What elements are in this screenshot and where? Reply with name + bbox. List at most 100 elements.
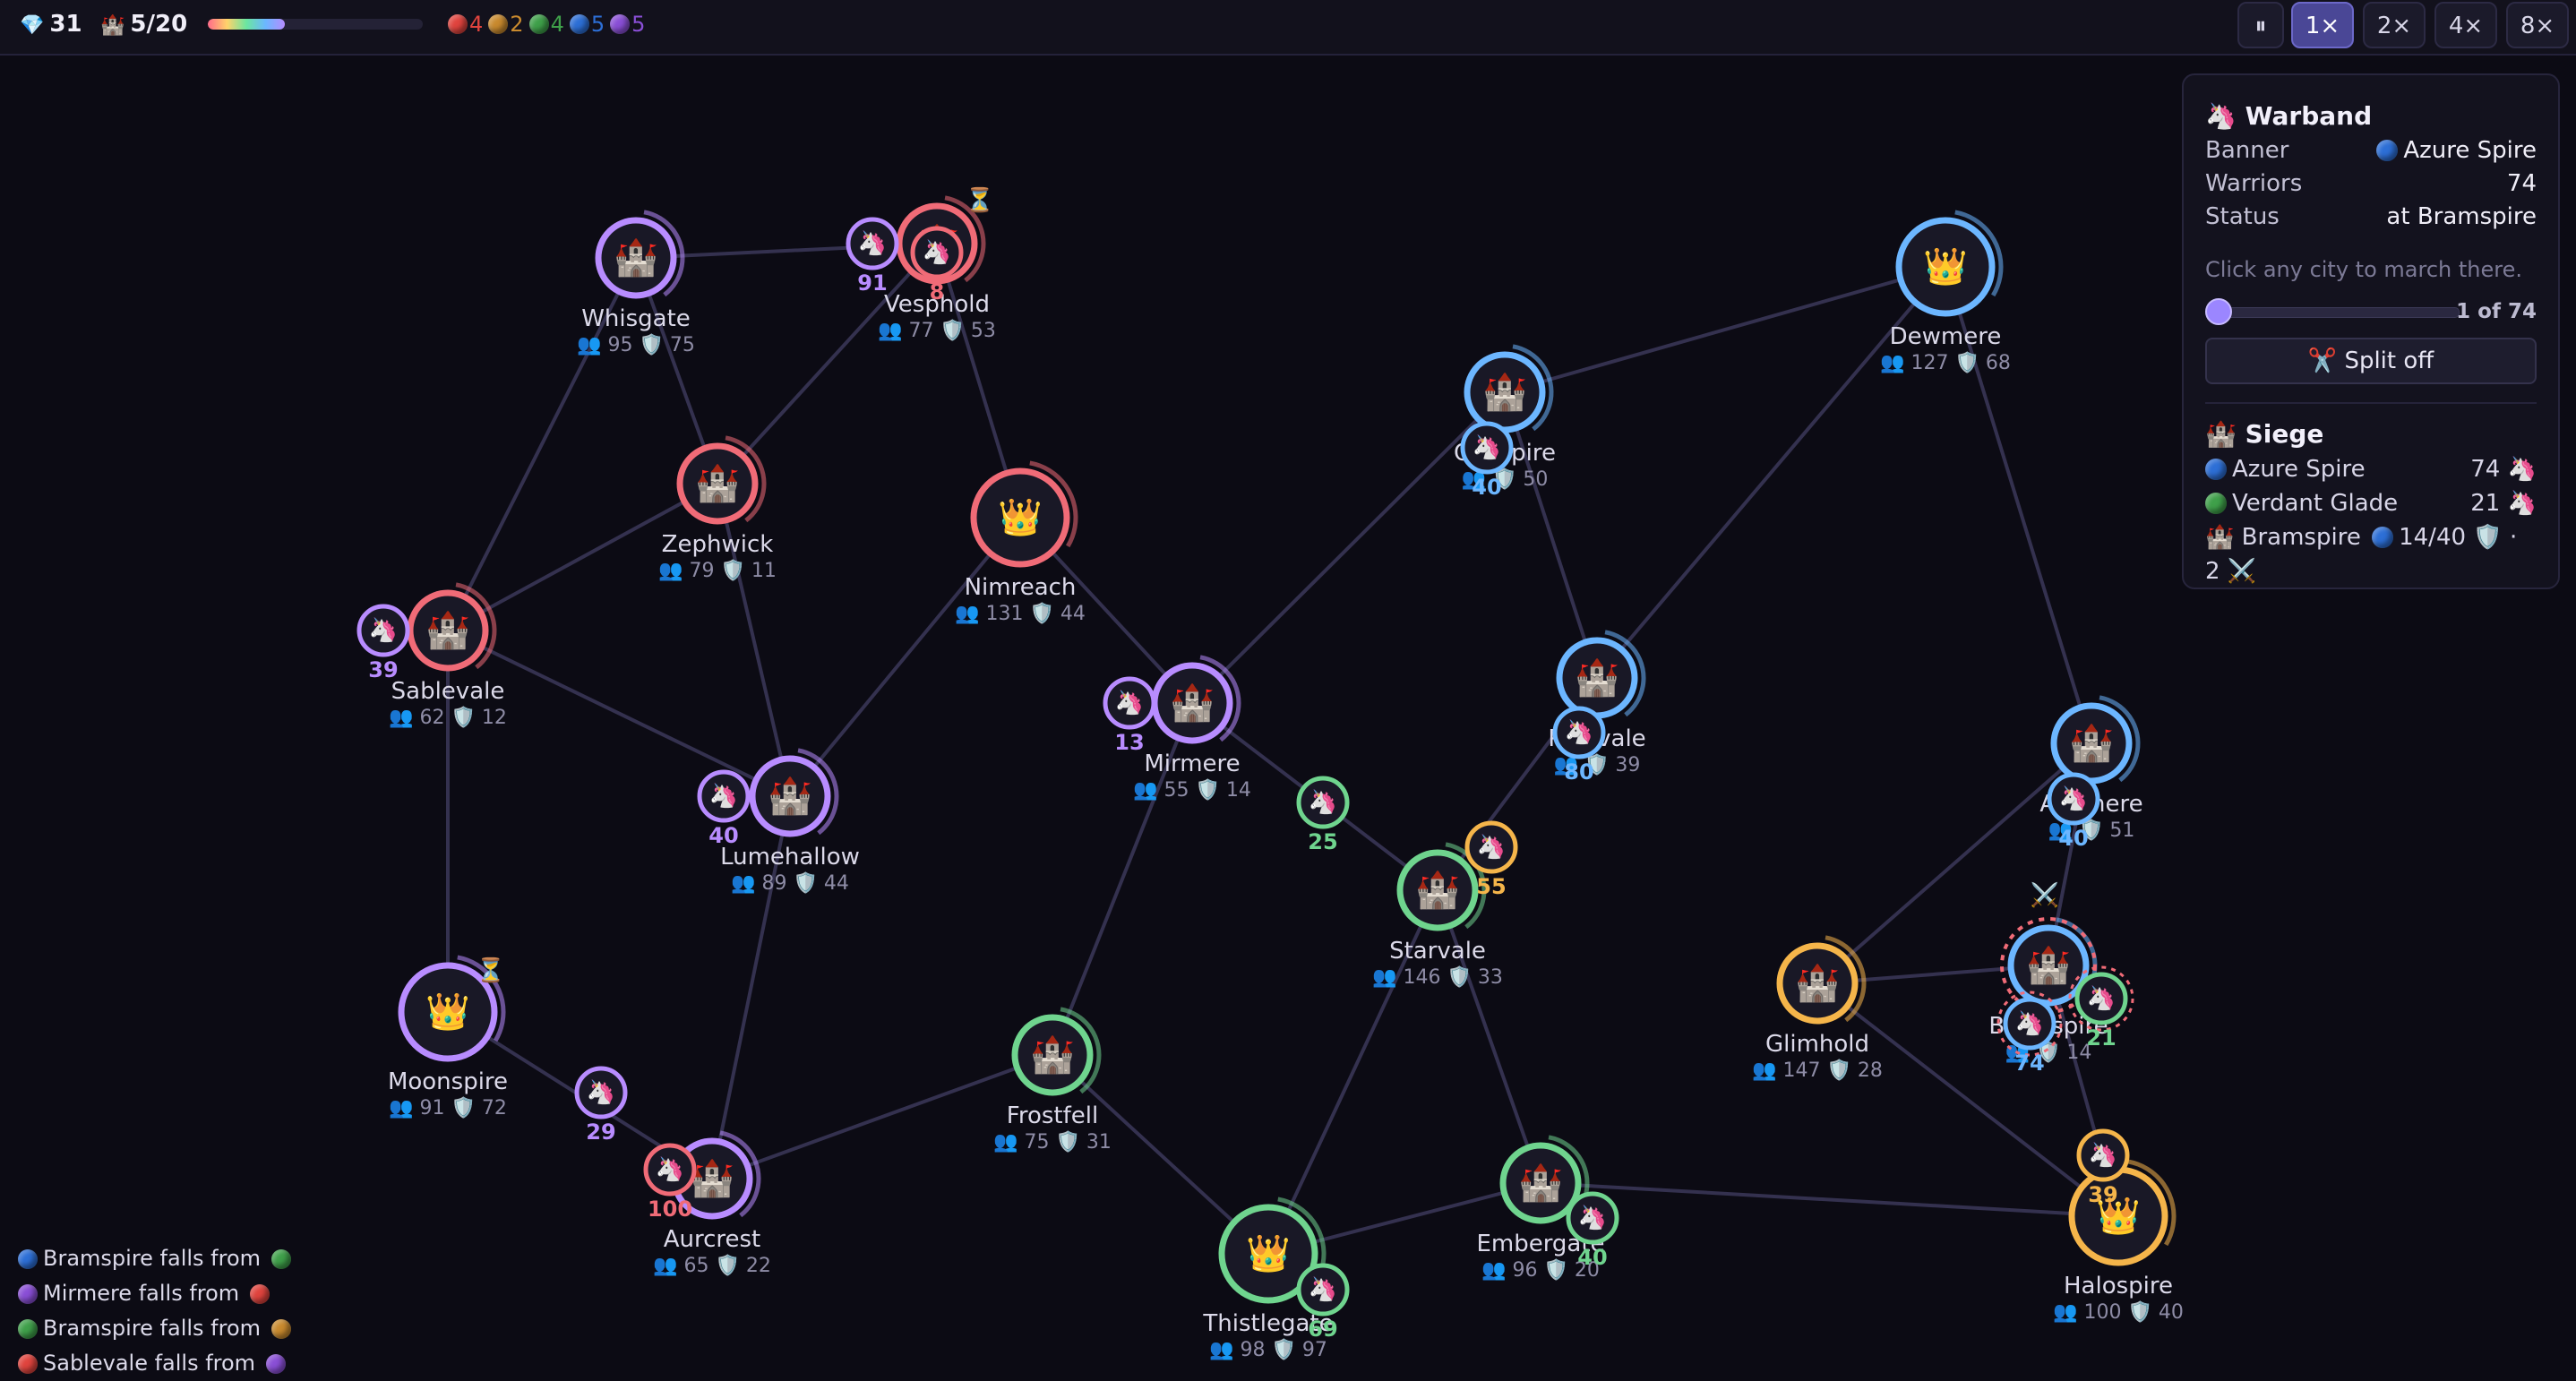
split-slider[interactable]: 1 of 74 xyxy=(2204,296,2537,327)
unicorn-icon: 🦄 xyxy=(2087,984,2116,1012)
castle-icon: 🏰 xyxy=(614,237,658,279)
faction-count-2: 4 xyxy=(528,0,564,48)
city-stats: 👥 55 🛡️ 14 xyxy=(1133,778,1251,802)
event-log: Bramspire falls from Mirmere falls from … xyxy=(18,1241,376,1381)
warband-count: 100 xyxy=(648,1197,692,1222)
city-halospire[interactable]: 👑Halospire👥 100 🛡️ 40 xyxy=(2053,1152,2184,1324)
faction-ball-icon xyxy=(18,1354,38,1374)
faction-count-3: 5 xyxy=(569,0,605,48)
city-stats: 👥 77 🛡️ 53 xyxy=(878,319,996,342)
city-stats: 👥 146 🛡️ 33 xyxy=(1372,965,1503,989)
warband-u-vesphold-purple[interactable]: 🦄 91 xyxy=(846,217,899,296)
city-mirmere[interactable]: 🏰 Mirmere👥 55 🛡️ 14 xyxy=(1133,649,1251,802)
castle-icon: 🏰 xyxy=(425,610,470,651)
faction-ball-icon xyxy=(528,14,549,34)
city-name: Nimreach xyxy=(965,574,1077,601)
unicorn-icon: 🦄 xyxy=(1115,689,1144,716)
speed-8x-button[interactable]: 8× xyxy=(2506,2,2569,48)
castle-icon: 🏰 xyxy=(2026,945,2071,986)
faction-ball-icon xyxy=(18,1249,38,1269)
log-entry: Bramspire falls from xyxy=(18,1241,376,1276)
log-entry: Sablevale falls from xyxy=(18,1346,376,1381)
warband-count: 25 xyxy=(1308,829,1337,854)
speed-1x-button[interactable]: 1× xyxy=(2291,2,2354,48)
slider-track[interactable] xyxy=(2205,307,2460,318)
warband-u-aurcrest[interactable]: 🦄 100 xyxy=(643,1143,697,1222)
city-name: Glimhold xyxy=(1765,1031,1869,1058)
city-whisgate[interactable]: 🏰 Whisgate👥 95 🛡️ 75 xyxy=(577,204,695,356)
faction-ball-icon xyxy=(2205,459,2227,480)
unicorn-icon: 🦄 xyxy=(1309,1275,1337,1303)
unicorn-icon: 🦄 xyxy=(587,1078,615,1106)
castle-icon: 🏰 xyxy=(100,14,125,37)
banner-color-icon xyxy=(2376,140,2399,161)
castle-icon: 🏰 xyxy=(1170,682,1215,724)
siege-row-azure: Azure Spire 74 🦄 xyxy=(2205,452,2537,486)
march-hint: Click any city to march there. xyxy=(2205,257,2522,282)
faction-ball-icon xyxy=(569,14,589,34)
warband-u-lumehallow[interactable]: 🦄 40 xyxy=(697,769,751,848)
city-stats: 👥 89 🛡️ 44 xyxy=(731,871,849,895)
shield-icon: 🛡️ xyxy=(2473,524,2503,551)
city-cobspire[interactable]: 🏰Cobspire👥 🛡️ 50 xyxy=(1451,339,1558,491)
slider-handle[interactable] xyxy=(2204,298,2232,325)
siege-city-row: 🏰 Bramspire 14/40 🛡️ · 2 ⚔️ xyxy=(2205,524,2518,585)
city-name: Halospire xyxy=(2064,1273,2173,1300)
gem-icon: 💎 xyxy=(20,14,45,37)
log-entry: Bramspire falls from xyxy=(18,1311,376,1346)
warband-count: 69 xyxy=(1308,1317,1337,1342)
crown-icon: 👑 xyxy=(998,497,1043,538)
city-frostfell[interactable]: 🏰 Frostfell👥 75 🛡️ 31 xyxy=(993,1001,1112,1154)
city-ashmere[interactable]: 🏰Ashmere👥 🛡️ 51 xyxy=(2038,690,2145,842)
faction-ball-icon xyxy=(2372,527,2394,548)
warband-count: 13 xyxy=(1114,730,1144,755)
castle-icon: 🏰 xyxy=(695,463,740,504)
faction-ball-icon xyxy=(18,1284,38,1304)
warband-count: 29 xyxy=(586,1119,615,1145)
pause-button[interactable]: ⏸ xyxy=(2237,2,2284,48)
castle-icon: 🏰 xyxy=(1030,1034,1075,1076)
city-dewmere[interactable]: 👑 Dewmere👥 127 🛡️ 68 xyxy=(1880,202,2011,374)
warband-u-moonspire-road[interactable]: 🦄 29 xyxy=(574,1066,628,1145)
city-count: 5/20 xyxy=(130,11,188,38)
unicorn-icon: 🦄 xyxy=(1477,833,1506,861)
faction-ball-icon xyxy=(249,1284,270,1304)
castle-icon: 🏰 xyxy=(2069,723,2114,764)
faction-ball-icon xyxy=(270,1249,291,1269)
city-glimhold[interactable]: 🏰 Glimhold👥 147 🛡️ 28 xyxy=(1752,930,1883,1082)
warband-u-sablevale[interactable]: 🦄 39 xyxy=(356,604,410,682)
unicorn-icon: 🦄 xyxy=(1309,788,1337,816)
split-off-button[interactable]: ✂️ Split off xyxy=(2205,338,2537,384)
warband-u-mirmere[interactable]: 🦄 13 xyxy=(1103,676,1156,755)
warband-u-road-green[interactable]: 🦄 25 xyxy=(1296,776,1350,854)
warband-count: 40 xyxy=(2058,826,2088,851)
road xyxy=(711,1053,1053,1180)
warriors-row: Warriors 74 xyxy=(2205,170,2537,197)
castle-icon: 🏰 xyxy=(1518,1162,1563,1204)
unicorn-icon: 🦄 xyxy=(2015,1009,2044,1037)
banner-row: Banner Azure Spire xyxy=(2205,137,2537,164)
faction-ball-icon xyxy=(488,14,509,34)
city-stats: 👥 127 🛡️ 68 xyxy=(1880,351,2011,374)
unicorn-icon: 🦄 xyxy=(1565,718,1593,746)
castle-icon: 🏰 xyxy=(690,1158,734,1199)
road xyxy=(1503,391,1599,679)
speed-2x-button[interactable]: 2× xyxy=(2363,2,2426,48)
city-nimreach[interactable]: 👑 Nimreach👥 131 🛡️ 44 xyxy=(955,453,1086,625)
crossed-swords-icon: ⚔️ xyxy=(2031,881,2059,909)
hourglass-icon: ⏳ xyxy=(477,956,505,984)
unicorn-icon: 🦄 xyxy=(1473,433,1501,461)
city-lumehallow[interactable]: 🏰 Lumehallow👥 89 🛡️ 44 xyxy=(720,742,860,895)
warband-count: 55 xyxy=(1476,874,1506,899)
city-stats: 👥 91 🛡️ 72 xyxy=(389,1096,507,1119)
warband-count: 40 xyxy=(1577,1245,1607,1270)
speed-4x-button[interactable]: 4× xyxy=(2434,2,2497,48)
warband-count: 39 xyxy=(2088,1182,2117,1207)
castle-icon: 🏰 xyxy=(1415,870,1460,911)
unicorn-icon: 🦄 xyxy=(709,782,738,810)
crown-icon: 👑 xyxy=(1923,246,1968,287)
city-pinevale[interactable]: 🏰Pinevale👥 🛡️ 39 xyxy=(1543,624,1651,776)
city-sablevale[interactable]: 🏰 Sablevale👥 62 🛡️ 12 xyxy=(389,577,507,729)
roads xyxy=(446,242,2120,1256)
road xyxy=(1436,889,1542,1184)
